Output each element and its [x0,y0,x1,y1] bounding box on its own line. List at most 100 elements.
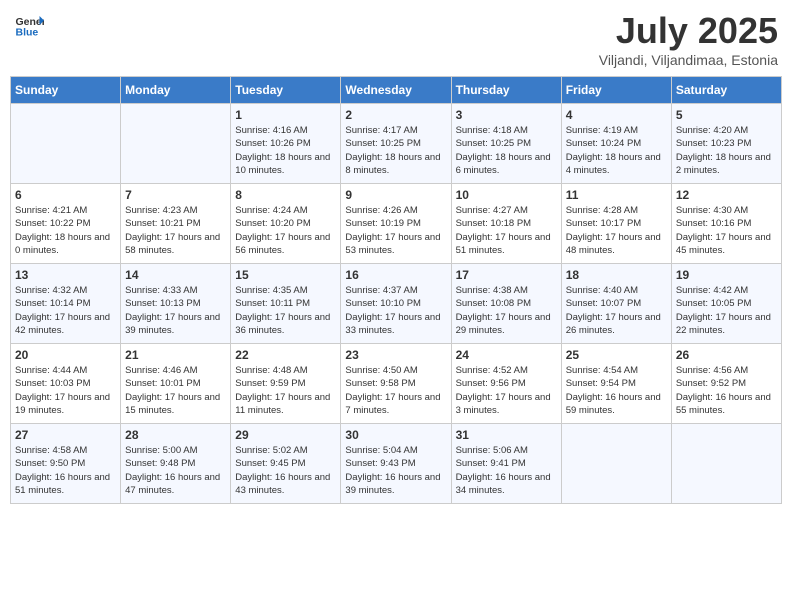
day-detail: Sunrise: 4:28 AM Sunset: 10:17 PM Daylig… [566,204,667,257]
day-number: 16 [345,268,446,282]
day-number: 5 [676,108,777,122]
day-detail: Sunrise: 4:32 AM Sunset: 10:14 PM Daylig… [15,284,116,337]
calendar-cell [121,104,231,184]
calendar-cell: 11 Sunrise: 4:28 AM Sunset: 10:17 PM Dayl… [561,184,671,264]
day-detail: Sunrise: 4:42 AM Sunset: 10:05 PM Daylig… [676,284,777,337]
day-number: 22 [235,348,336,362]
calendar-week-1: 1Sunrise: 4:16 AM Sunset: 10:26 PM Dayli… [11,104,782,184]
column-header-wednesday: Wednesday [341,77,451,104]
day-detail: Sunrise: 4:46 AM Sunset: 10:01 PM Daylig… [125,364,226,417]
column-header-monday: Monday [121,77,231,104]
column-header-saturday: Saturday [671,77,781,104]
calendar-cell: 16 Sunrise: 4:37 AM Sunset: 10:10 PM Dayl… [341,264,451,344]
day-number: 9 [345,188,446,202]
day-number: 30 [345,428,446,442]
calendar-cell: 26 Sunrise: 4:56 AM Sunset: 9:52 PM Dayli… [671,344,781,424]
day-detail: Sunrise: 4:20 AM Sunset: 10:23 PM Daylig… [676,124,777,177]
calendar-cell [671,424,781,504]
calendar-cell: 13 Sunrise: 4:32 AM Sunset: 10:14 PM Dayl… [11,264,121,344]
month-title: July 2025 [599,10,778,52]
calendar-cell: 3Sunrise: 4:18 AM Sunset: 10:25 PM Dayli… [451,104,561,184]
calendar-cell: 7 Sunrise: 4:23 AM Sunset: 10:21 PM Dayli… [121,184,231,264]
day-number: 18 [566,268,667,282]
day-number: 11 [566,188,667,202]
day-number: 29 [235,428,336,442]
calendar-cell: 5 Sunrise: 4:20 AM Sunset: 10:23 PM Dayli… [671,104,781,184]
day-number: 12 [676,188,777,202]
calendar-cell: 17Sunrise: 4:38 AM Sunset: 10:08 PM Dayl… [451,264,561,344]
calendar-cell: 8 Sunrise: 4:24 AM Sunset: 10:20 PM Dayli… [231,184,341,264]
calendar-cell: 30 Sunrise: 5:04 AM Sunset: 9:43 PM Dayli… [341,424,451,504]
day-number: 4 [566,108,667,122]
day-detail: Sunrise: 4:23 AM Sunset: 10:21 PM Daylig… [125,204,226,257]
calendar-cell [561,424,671,504]
day-detail: Sunrise: 4:38 AM Sunset: 10:08 PM Daylig… [456,284,557,337]
calendar-body: 1Sunrise: 4:16 AM Sunset: 10:26 PM Dayli… [11,104,782,504]
calendar-cell: 14 Sunrise: 4:33 AM Sunset: 10:13 PM Dayl… [121,264,231,344]
day-detail: Sunrise: 4:35 AM Sunset: 10:11 PM Daylig… [235,284,336,337]
calendar-cell: 4 Sunrise: 4:19 AM Sunset: 10:24 PM Dayli… [561,104,671,184]
column-header-friday: Friday [561,77,671,104]
day-detail: Sunrise: 4:19 AM Sunset: 10:24 PM Daylig… [566,124,667,177]
calendar-week-5: 27 Sunrise: 4:58 AM Sunset: 9:50 PM Dayli… [11,424,782,504]
day-number: 26 [676,348,777,362]
calendar-cell: 1Sunrise: 4:16 AM Sunset: 10:26 PM Dayli… [231,104,341,184]
calendar-header-row: SundayMondayTuesdayWednesdayThursdayFrid… [11,77,782,104]
calendar-cell: 6 Sunrise: 4:21 AM Sunset: 10:22 PM Dayli… [11,184,121,264]
day-detail: Sunrise: 5:06 AM Sunset: 9:41 PM Dayligh… [456,444,557,497]
day-detail: Sunrise: 4:52 AM Sunset: 9:56 PM Dayligh… [456,364,557,417]
calendar-cell: 25Sunrise: 4:54 AM Sunset: 9:54 PM Dayli… [561,344,671,424]
calendar-cell: 22 Sunrise: 4:48 AM Sunset: 9:59 PM Dayli… [231,344,341,424]
day-number: 7 [125,188,226,202]
day-detail: Sunrise: 4:24 AM Sunset: 10:20 PM Daylig… [235,204,336,257]
day-number: 3 [456,108,557,122]
day-detail: Sunrise: 4:40 AM Sunset: 10:07 PM Daylig… [566,284,667,337]
day-number: 1 [235,108,336,122]
column-header-thursday: Thursday [451,77,561,104]
day-detail: Sunrise: 4:33 AM Sunset: 10:13 PM Daylig… [125,284,226,337]
day-number: 8 [235,188,336,202]
day-detail: Sunrise: 4:48 AM Sunset: 9:59 PM Dayligh… [235,364,336,417]
calendar-cell: 2 Sunrise: 4:17 AM Sunset: 10:25 PM Dayli… [341,104,451,184]
calendar-cell: 21Sunrise: 4:46 AM Sunset: 10:01 PM Dayl… [121,344,231,424]
day-detail: Sunrise: 4:30 AM Sunset: 10:16 PM Daylig… [676,204,777,257]
day-number: 19 [676,268,777,282]
calendar-cell: 29Sunrise: 5:02 AM Sunset: 9:45 PM Dayli… [231,424,341,504]
calendar-cell: 9Sunrise: 4:26 AM Sunset: 10:19 PM Dayli… [341,184,451,264]
day-number: 2 [345,108,446,122]
calendar-cell: 23Sunrise: 4:50 AM Sunset: 9:58 PM Dayli… [341,344,451,424]
calendar-week-2: 6 Sunrise: 4:21 AM Sunset: 10:22 PM Dayli… [11,184,782,264]
day-number: 14 [125,268,226,282]
logo-icon: General Blue [14,10,44,40]
day-detail: Sunrise: 5:00 AM Sunset: 9:48 PM Dayligh… [125,444,226,497]
calendar-cell: 15 Sunrise: 4:35 AM Sunset: 10:11 PM Dayl… [231,264,341,344]
day-detail: Sunrise: 5:04 AM Sunset: 9:43 PM Dayligh… [345,444,446,497]
calendar-cell: 31Sunrise: 5:06 AM Sunset: 9:41 PM Dayli… [451,424,561,504]
calendar-cell: 24Sunrise: 4:52 AM Sunset: 9:56 PM Dayli… [451,344,561,424]
calendar-cell: 28 Sunrise: 5:00 AM Sunset: 9:48 PM Dayli… [121,424,231,504]
day-detail: Sunrise: 4:58 AM Sunset: 9:50 PM Dayligh… [15,444,116,497]
day-detail: Sunrise: 4:17 AM Sunset: 10:25 PM Daylig… [345,124,446,177]
calendar-cell: 10Sunrise: 4:27 AM Sunset: 10:18 PM Dayl… [451,184,561,264]
day-detail: Sunrise: 4:56 AM Sunset: 9:52 PM Dayligh… [676,364,777,417]
day-number: 13 [15,268,116,282]
title-block: July 2025 Viljandi, Viljandimaa, Estonia [599,10,778,68]
day-detail: Sunrise: 4:37 AM Sunset: 10:10 PM Daylig… [345,284,446,337]
calendar-cell [11,104,121,184]
day-number: 15 [235,268,336,282]
page-header: General Blue July 2025 Viljandi, Viljand… [10,10,782,68]
calendar-week-3: 13 Sunrise: 4:32 AM Sunset: 10:14 PM Dayl… [11,264,782,344]
logo: General Blue [14,10,44,40]
calendar-cell: 20 Sunrise: 4:44 AM Sunset: 10:03 PM Dayl… [11,344,121,424]
calendar-cell: 12 Sunrise: 4:30 AM Sunset: 10:16 PM Dayl… [671,184,781,264]
day-number: 6 [15,188,116,202]
subtitle: Viljandi, Viljandimaa, Estonia [599,52,778,68]
day-detail: Sunrise: 4:21 AM Sunset: 10:22 PM Daylig… [15,204,116,257]
day-number: 28 [125,428,226,442]
calendar-table: SundayMondayTuesdayWednesdayThursdayFrid… [10,76,782,504]
day-detail: Sunrise: 4:44 AM Sunset: 10:03 PM Daylig… [15,364,116,417]
day-number: 20 [15,348,116,362]
column-header-tuesday: Tuesday [231,77,341,104]
day-number: 27 [15,428,116,442]
day-detail: Sunrise: 4:27 AM Sunset: 10:18 PM Daylig… [456,204,557,257]
